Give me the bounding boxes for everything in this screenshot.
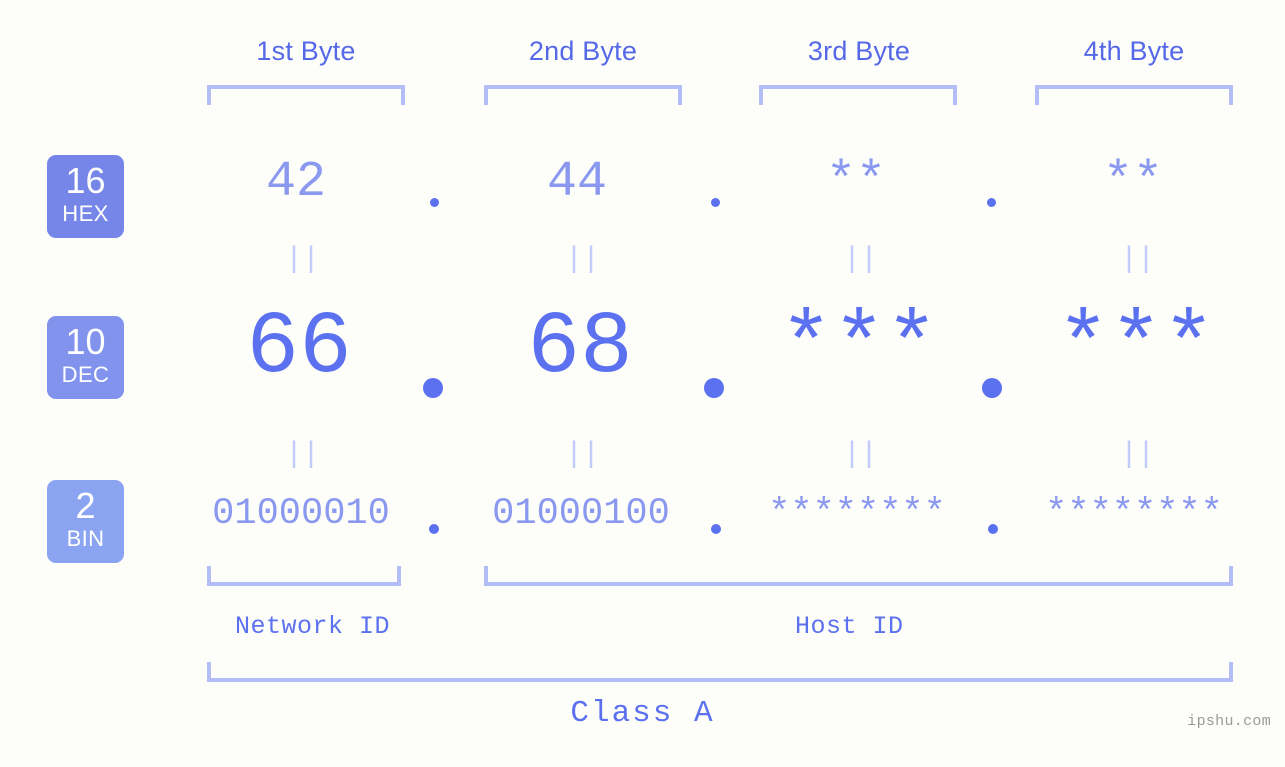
byte-bracket-2 <box>484 85 682 105</box>
equality-mark-dec-bin-4: || <box>1120 438 1155 472</box>
equality-mark-hex-dec-1: || <box>285 243 320 277</box>
base-badge-hex-number: 16 <box>65 160 106 201</box>
byte-bracket-1 <box>207 85 405 105</box>
hex-dot-separator-1 <box>430 198 439 207</box>
base-badge-dec-number: 10 <box>65 321 106 362</box>
site-watermark: ipshu.com <box>1187 713 1271 730</box>
equality-mark-dec-bin-1: || <box>285 438 320 472</box>
network-id-bracket <box>207 566 401 586</box>
network-id-label: Network ID <box>235 612 391 641</box>
dec-byte-2-value: 68 <box>527 299 633 398</box>
base-badge-hex-name: HEX <box>62 201 109 226</box>
hex-byte-4-value: ** <box>1102 154 1163 211</box>
bin-dot-separator-2 <box>711 524 721 534</box>
bin-byte-1-value: 01000010 <box>212 493 390 535</box>
hex-dot-separator-2 <box>711 198 720 207</box>
base-badge-dec-name: DEC <box>61 362 110 387</box>
base-badge-bin-name: BIN <box>66 526 105 551</box>
bin-byte-4-value: ******** <box>1045 493 1223 535</box>
byte-bracket-4 <box>1035 85 1233 105</box>
bin-dot-separator-3 <box>988 524 998 534</box>
base-badge-bin-number: 2 <box>75 485 96 526</box>
host-id-bracket <box>484 566 1233 586</box>
hex-byte-2-value: 44 <box>546 154 607 211</box>
byte-bracket-3 <box>759 85 957 105</box>
hex-byte-3-value: ** <box>825 154 886 211</box>
equality-mark-dec-bin-2: || <box>565 438 600 472</box>
bin-byte-3-value: ******** <box>768 493 946 535</box>
base-badge-bin: 2 BIN <box>47 480 124 563</box>
ip-byte-diagram: 1st Byte 2nd Byte 3rd Byte 4th Byte 16 H… <box>0 0 1285 767</box>
byte-header-2: 2nd Byte <box>528 36 638 66</box>
dec-byte-1-value: 66 <box>246 299 352 398</box>
equality-mark-dec-bin-3: || <box>843 438 878 472</box>
hex-byte-1-value: 42 <box>265 154 326 211</box>
base-badge-hex: 16 HEX <box>47 155 124 238</box>
equality-mark-hex-dec-4: || <box>1120 243 1155 277</box>
equality-mark-hex-dec-3: || <box>843 243 878 277</box>
dec-byte-4-value: *** <box>1056 299 1216 398</box>
byte-header-3: 3rd Byte <box>807 36 911 66</box>
hex-dot-separator-3 <box>987 198 996 207</box>
dec-byte-3-value: *** <box>779 299 939 398</box>
byte-header-1: 1st Byte <box>256 36 356 66</box>
bin-dot-separator-1 <box>429 524 439 534</box>
host-id-label: Host ID <box>795 612 904 641</box>
dec-dot-separator-2 <box>704 378 724 398</box>
dec-dot-separator-3 <box>982 378 1002 398</box>
base-badge-dec: 10 DEC <box>47 316 124 399</box>
dec-dot-separator-1 <box>423 378 443 398</box>
byte-header-4: 4th Byte <box>1083 36 1185 66</box>
bin-byte-2-value: 01000100 <box>492 493 670 535</box>
equality-mark-hex-dec-2: || <box>565 243 600 277</box>
class-bracket <box>207 662 1233 682</box>
class-label: Class A <box>570 696 715 731</box>
